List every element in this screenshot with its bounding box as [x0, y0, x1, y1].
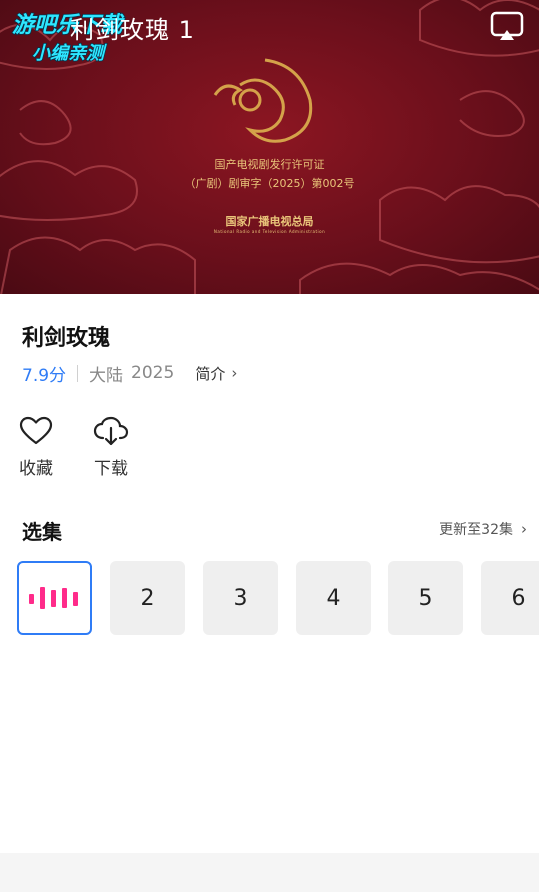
video-title: 利剑玫瑰 1: [70, 16, 195, 44]
region: 大陆: [89, 365, 124, 386]
episode-item[interactable]: 6: [481, 561, 539, 635]
episodes-section-title: 选集: [22, 520, 62, 544]
intro-link[interactable]: 简介 ›: [195, 363, 237, 384]
rating-score: 7.9分: [22, 365, 67, 386]
favorite-button[interactable]: 收藏: [16, 416, 56, 479]
authority-name-en: National Radio and Television Administra…: [213, 229, 326, 234]
show-meta: 7.9分 大陆 2025 简介 ›: [22, 361, 237, 386]
show-title: 利剑玫瑰: [22, 326, 111, 351]
release-year: 2025: [131, 363, 175, 383]
svg-text:小编亲测: 小编亲测: [32, 43, 107, 64]
download-button[interactable]: 下载: [91, 416, 131, 479]
cloud-download-icon: [93, 416, 129, 446]
episode-item[interactable]: 3: [203, 561, 278, 635]
authority-name: 国家广播电视总局: [225, 215, 314, 228]
episode-item[interactable]: 2: [110, 561, 185, 635]
episode-1-playing[interactable]: [17, 561, 92, 635]
episode-item[interactable]: 4: [296, 561, 371, 635]
airplay-button[interactable]: [489, 10, 525, 42]
equalizer-icon: [28, 587, 78, 609]
update-status: 更新至32集: [439, 522, 513, 538]
airplay-icon: [490, 11, 524, 40]
episode-list: 2 3 4 5 6: [0, 561, 539, 636]
divider: [77, 364, 79, 382]
bottom-bar: [0, 853, 539, 892]
license-title: 国产电视剧发行许可证: [214, 158, 325, 171]
chevron-right-icon: ›: [521, 520, 527, 538]
favorite-label: 收藏: [19, 459, 53, 479]
chevron-right-icon: ›: [231, 364, 238, 382]
video-player[interactable]: 游吧乐下载 小编亲测 利剑玫瑰 1 国产电视剧发行许可证 （广剧）剧审字（202…: [0, 0, 539, 294]
download-label: 下载: [94, 459, 128, 479]
intro-label: 简介: [195, 364, 226, 383]
episode-item[interactable]: 5: [388, 561, 463, 635]
license-number: （广剧）剧审字（2025）第002号: [184, 177, 355, 190]
heart-icon: [19, 416, 53, 445]
episodes-update-link[interactable]: 更新至32集 ›: [439, 519, 527, 539]
